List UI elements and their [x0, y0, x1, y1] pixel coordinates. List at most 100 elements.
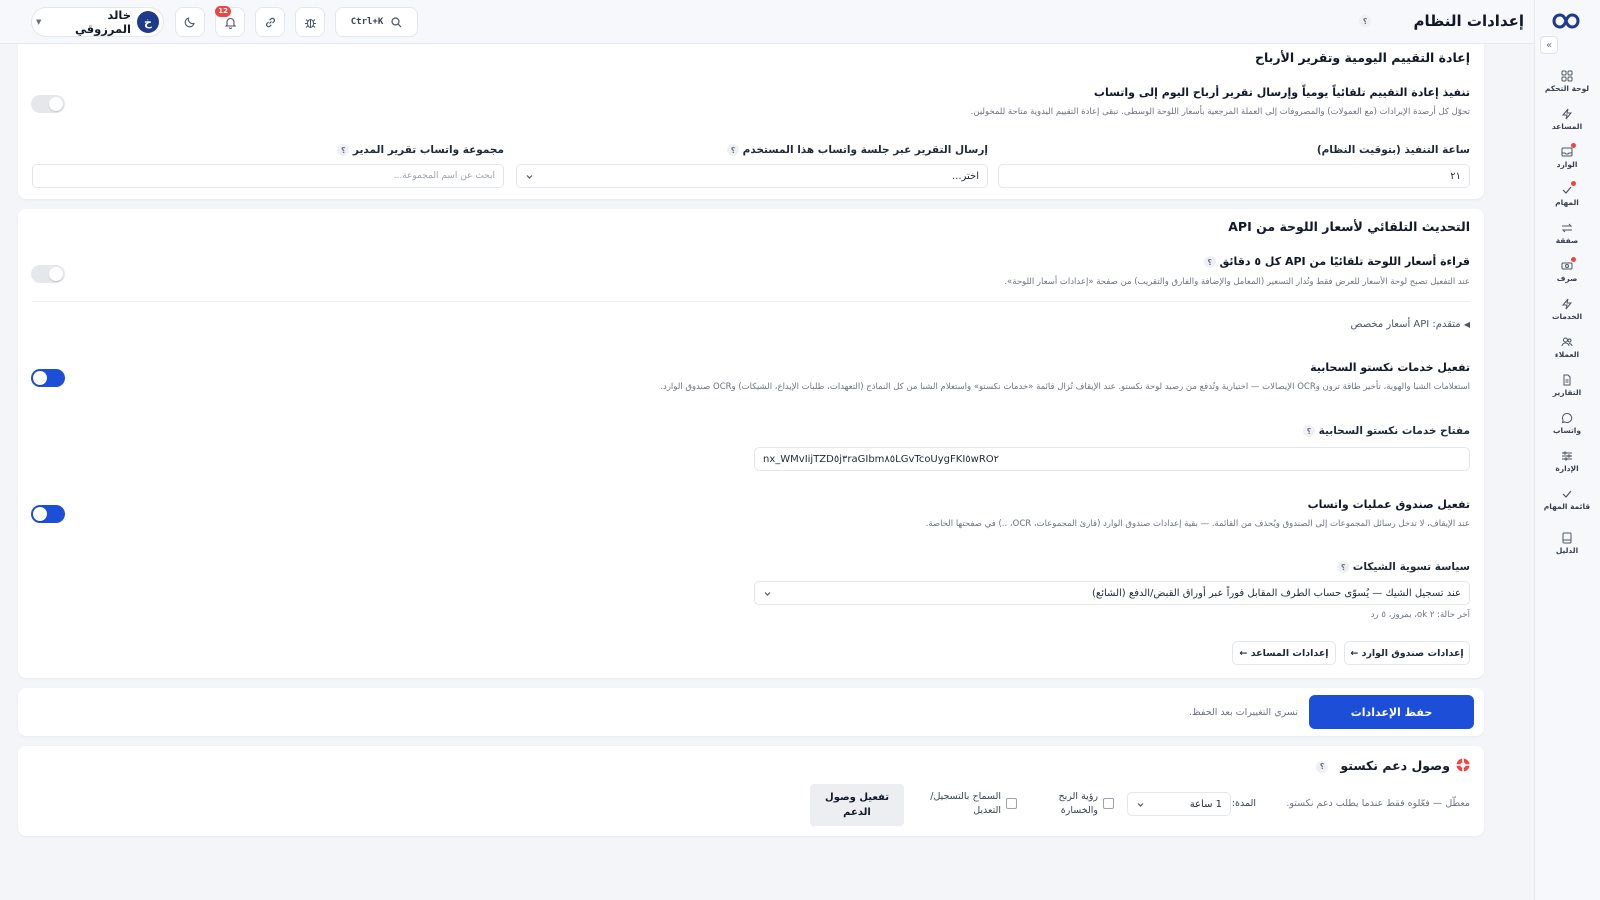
sidebar-item-task-list[interactable]: قائمة المهام	[1534, 480, 1600, 518]
help-icon[interactable]: ؟	[1337, 561, 1350, 573]
chevron-down-icon	[763, 589, 772, 598]
sidebar-item-dashboard[interactable]: لوحة التحكم	[1534, 62, 1600, 100]
bolt-icon	[1561, 108, 1573, 120]
daily-revaluation-card: إعادة التقييم اليومية وتقرير الأرباح تنف…	[18, 44, 1484, 199]
cloud-key-input[interactable]: nx_WMvIijTZD٥j٣raGIbm٨٥LGvTcoUygFKI٥wRO٢	[754, 447, 1470, 471]
help-icon[interactable]: ؟	[1203, 256, 1216, 268]
sidebar-item-admin[interactable]: الإدارة	[1534, 442, 1600, 480]
cheque-policy-label: سياسة تسوية الشيكات ؟	[1337, 561, 1470, 573]
support-access-card: وصول دعم نكستو ؟ معطّل — فعّلوه فقط عندم…	[18, 746, 1484, 836]
bolt-icon	[1561, 298, 1573, 310]
triangle-left-icon: ◀	[1463, 320, 1470, 329]
sidebar-item-assistant[interactable]: المساعد	[1534, 100, 1600, 138]
link-button[interactable]	[255, 7, 285, 37]
api-settings-card: التحديث التلقائي لأسعار اللوحة من API قر…	[18, 209, 1484, 678]
sidebar-item-whatsapp[interactable]: واتساب	[1534, 404, 1600, 442]
moon-icon	[184, 16, 196, 28]
bug-icon	[304, 16, 317, 29]
api-auto-title: قراءة أسعار اللوحة تلقائيًا من API كل ٥ …	[1203, 255, 1470, 268]
help-icon[interactable]: ؟	[337, 144, 350, 156]
sidebar-item-tasks[interactable]: المهام	[1534, 176, 1600, 214]
allow-edit-checkbox[interactable]	[1006, 798, 1017, 809]
chat-icon	[1561, 412, 1573, 424]
collapse-sidebar-button[interactable]: »	[1540, 36, 1558, 54]
cheque-policy-label-text: سياسة تسوية الشيكات	[1352, 561, 1470, 573]
allow-edit-label: السماح بالتسجيل/التعديل	[930, 791, 1001, 816]
save-settings-button[interactable]: حفظ الإعدادات	[1309, 695, 1474, 729]
sidebar-item-label: صفقة	[1555, 235, 1579, 245]
sidebar-item-reports[interactable]: التقارير	[1534, 366, 1600, 404]
exec-hour-input[interactable]: ٢١	[998, 164, 1470, 188]
manager-group-label: مجموعة واتساب تقرير المدير ؟	[337, 144, 504, 156]
help-icon[interactable]: ؟	[727, 144, 740, 156]
sidebar-item-exchange[interactable]: صرف	[1534, 252, 1600, 290]
divider	[32, 301, 1470, 302]
sidebar-item-label: صرف	[1556, 273, 1578, 283]
theme-toggle-button[interactable]	[175, 7, 205, 37]
exec-hour-value: ٢١	[1450, 170, 1461, 182]
sidebar-item-inbox[interactable]: الوارد	[1534, 138, 1600, 176]
pnl-visibility-checkbox[interactable]	[1103, 798, 1114, 809]
inbox-settings-button[interactable]: إعدادات صندوق الوارد ←	[1344, 641, 1470, 665]
cloud-services-toggle[interactable]	[31, 369, 65, 387]
wa-inbox-desc: عند الإيقاف، لا تدخل رسائل المجموعات إلى…	[925, 519, 1470, 529]
report-session-select[interactable]: اختر...	[516, 164, 988, 188]
sidebar-item-label: واتساب	[1552, 425, 1582, 435]
cloud-key-label-text: مفتاح خدمات نكستو السحابية	[1318, 425, 1470, 437]
bell-icon	[224, 16, 237, 29]
manager-group-placeholder: ابحث عن اسم المجموعة...	[393, 171, 495, 181]
check-icon	[1561, 488, 1573, 500]
users-icon	[1561, 336, 1573, 348]
grid-icon	[1561, 70, 1573, 82]
daily-auto-desc: تحوّل كل أرصدة الإيرادات (مع العمولات) و…	[970, 107, 1470, 117]
advanced-api-expander[interactable]: ◀ متقدم: API أسعار مخصص	[1350, 319, 1470, 330]
cloud-services-desc: استعلامات الشبا والهوية، تأخير طاقة ترون…	[660, 382, 1470, 392]
exec-hour-label: ساعة التنفيذ (بتوقيت النظام)	[1316, 144, 1470, 156]
sidebar-item-label: التقارير	[1552, 387, 1582, 397]
sidebar-item-clients[interactable]: العملاء	[1534, 328, 1600, 366]
section-title: التحديث التلقائي لأسعار اللوحة من API	[1228, 219, 1470, 234]
cheque-policy-select[interactable]: عند تسجيل الشيك — يُسوّى حساب الطرف المق…	[754, 581, 1470, 605]
user-menu[interactable]: خ خالد المرزوقي ▼	[31, 7, 164, 37]
pnl-visibility-label: رؤية الربح والخسارة	[1058, 791, 1098, 816]
top-header: إعدادات النظام ؟ Ctrl+K 12 خ خالد المرزو…	[0, 0, 1534, 44]
daily-auto-title: تنفيذ إعادة التقييم تلقائياً يومياً وإرس…	[1093, 86, 1470, 99]
help-icon[interactable]: ؟	[1316, 760, 1329, 773]
infinity-logo-icon[interactable]	[1548, 8, 1584, 34]
lifebuoy-icon	[1456, 758, 1470, 772]
page-title: إعدادات النظام	[1413, 12, 1524, 30]
toggle-knob	[33, 507, 47, 521]
help-icon[interactable]: ؟	[1359, 15, 1371, 27]
swap-icon	[1561, 222, 1573, 234]
support-title: وصول دعم نكستو ؟	[1316, 758, 1450, 773]
api-auto-title-text: قراءة أسعار اللوحة تلقائيًا من API كل ٥ …	[1219, 255, 1470, 268]
assistant-settings-button[interactable]: إعدادات المساعد ←	[1232, 641, 1336, 665]
cloud-key-value: nx_WMvIijTZD٥j٣raGIbm٨٥LGvTcoUygFKI٥wRO٢	[763, 453, 1000, 465]
chevron-down-icon	[1136, 800, 1145, 809]
sidebar-item-label: الدليل	[1555, 545, 1579, 555]
duration-select[interactable]: 1 ساعة	[1127, 792, 1231, 816]
sidebar-item-guide[interactable]: الدليل	[1534, 524, 1600, 562]
chevron-down-icon	[525, 172, 534, 181]
sidebar-item-services[interactable]: الخدمات	[1534, 290, 1600, 328]
wa-inbox-toggle[interactable]	[31, 505, 65, 523]
notifications-button[interactable]: 12	[215, 6, 245, 37]
bug-report-button[interactable]	[295, 7, 325, 37]
wa-inbox-title: تفعيل صندوق عمليات واتساب	[1307, 498, 1470, 511]
section-title: إعادة التقييم اليومية وتقرير الأرباح	[1254, 50, 1470, 65]
sidebar-item-label: لوحة التحكم	[1544, 83, 1590, 93]
sidebar-item-label: الإدارة	[1555, 463, 1579, 473]
report-session-label: إرسال التقرير عبر جلسة واتساب هذا المستخ…	[727, 144, 988, 156]
sidebar-item-deal[interactable]: صفقة	[1534, 214, 1600, 252]
manager-group-input[interactable]: ابحث عن اسم المجموعة...	[32, 164, 504, 188]
duration-value: 1 ساعة	[1189, 798, 1222, 810]
cloud-services-title: تفعيل خدمات نكستو السحابية	[1310, 361, 1470, 374]
api-auto-toggle[interactable]	[31, 265, 65, 283]
help-icon[interactable]: ؟	[1302, 425, 1315, 437]
link-icon	[264, 16, 277, 29]
enable-support-access-button[interactable]: تفعيل وصول الدعم	[810, 784, 904, 826]
search-button[interactable]: Ctrl+K	[335, 7, 418, 37]
search-icon	[391, 16, 402, 28]
sidebar-item-label: الوارد	[1556, 159, 1578, 169]
daily-auto-toggle[interactable]	[31, 95, 65, 113]
